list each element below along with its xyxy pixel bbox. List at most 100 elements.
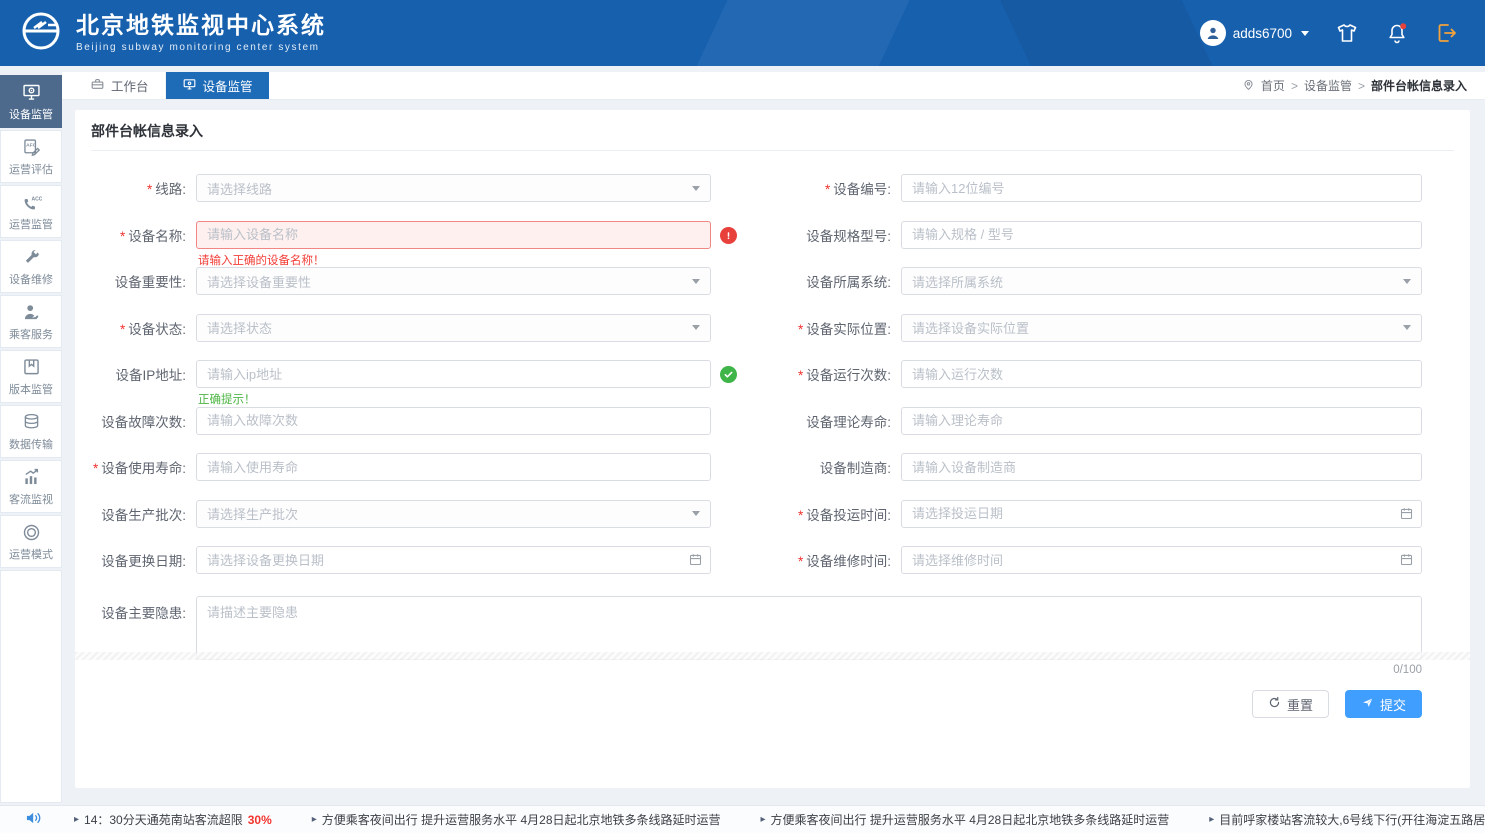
required-asterisk: * (120, 322, 125, 337)
sidebar-item-label: 设备监管 (9, 106, 53, 122)
field-label: 设备故障次数: (75, 411, 196, 431)
breadcrumb: 首页 > 设备监管 > 部件台帐信息录入 (1242, 72, 1485, 99)
device-maintenance-date-picker[interactable] (901, 546, 1422, 574)
sidebar-item-version-monitor[interactable]: 版本监管 (0, 350, 62, 403)
tab-device-monitor[interactable]: 设备监管 (166, 72, 269, 99)
sidebar-item-label: 设备维修 (9, 271, 53, 287)
sidebar-item-operation-mode[interactable]: 运营模式 (0, 515, 62, 568)
device-status-select[interactable]: 请选择状态 (196, 314, 711, 342)
field-device-maintenance-date: *设备维修时间: (770, 537, 1422, 584)
device-commission-date-picker[interactable] (901, 500, 1422, 528)
chevron-down-icon (1301, 31, 1309, 36)
chevron-down-icon (1403, 325, 1411, 330)
monitor-icon (182, 77, 197, 95)
avatar (1200, 20, 1226, 46)
required-asterisk: * (798, 322, 803, 337)
sidebar: 设备监管 AFC 运营评估 ACC 运营监管 (0, 66, 62, 805)
sidebar-filler (0, 570, 62, 803)
sidebar-item-device-repair[interactable]: 设备维修 (0, 240, 62, 293)
required-asterisk: * (798, 508, 803, 523)
field-label: *设备使用寿命: (75, 457, 196, 477)
field-label: *设备状态: (75, 318, 196, 338)
field-label: *线路: (75, 178, 196, 198)
chevron-down-icon (1403, 279, 1411, 284)
field-label: 设备所属系统: (770, 271, 901, 291)
ticker-highlight: 30% (248, 813, 272, 827)
sidebar-item-label: 乘客服务 (9, 326, 53, 342)
svg-text:AFC: AFC (26, 142, 37, 148)
tab-label: 设备监管 (203, 76, 253, 95)
sidebar-item-label: 数据传输 (9, 436, 53, 452)
bookmark-icon (21, 357, 42, 378)
error-message: 请输入正确的设备名称！ (198, 252, 325, 268)
field-label: *设备维修时间: (770, 550, 901, 570)
breadcrumb-current: 部件台帐信息录入 (1371, 77, 1467, 94)
sidebar-item-operation-monitor[interactable]: ACC 运营监管 (0, 185, 62, 238)
speaker-icon (24, 808, 44, 831)
device-ip-input[interactable] (196, 360, 711, 388)
device-system-select[interactable]: 请选择所属系统 (901, 267, 1422, 295)
line-select[interactable]: 请选择线路 (196, 174, 711, 202)
field-device-location: *设备实际位置: 请选择设备实际位置 (770, 305, 1422, 352)
sidebar-item-passenger-flow[interactable]: 客流监视 (0, 460, 62, 513)
device-manufacturer-input[interactable] (901, 453, 1422, 481)
device-hazard-textarea[interactable] (196, 596, 1422, 660)
chevron-down-icon (692, 279, 700, 284)
logout-icon[interactable] (1435, 21, 1459, 45)
form-card: 部件台帐信息录入 *线路: 请选择线路 *设备编号: *设备名称: (75, 110, 1470, 788)
sidebar-item-label: 运营模式 (9, 546, 53, 562)
breadcrumb-separator: > (1358, 79, 1365, 93)
device-spec-input[interactable] (901, 221, 1422, 249)
breadcrumb-separator: > (1291, 79, 1298, 93)
device-production-batch-select[interactable]: 请选择生产批次 (196, 500, 711, 528)
chevron-down-icon (692, 186, 700, 191)
sidebar-item-device-monitor[interactable]: 设备监管 (0, 75, 62, 128)
field-device-service-life: *设备使用寿命: (75, 444, 711, 491)
field-device-replace-date: 设备更换日期: (75, 537, 711, 584)
app-title: 北京地铁监视中心系统 (76, 13, 326, 38)
sidebar-item-data-transfer[interactable]: 数据传输 (0, 405, 62, 458)
database-icon (21, 412, 42, 433)
ticker-item: ▸ 方便乘客夜间出行 提升运营服务水平 4月28日起北京地铁多条线路延时运营 (761, 811, 1170, 828)
device-importance-select[interactable]: 请选择设备重要性 (196, 267, 711, 295)
field-line: *线路: 请选择线路 (75, 165, 711, 212)
field-label: 设备生产批次: (75, 504, 196, 524)
location-pin-icon (1242, 78, 1255, 94)
submit-button[interactable]: 提交 (1345, 690, 1422, 718)
field-device-run-count: *设备运行次数: (770, 351, 1422, 398)
sidebar-item-label: 版本监管 (9, 381, 53, 397)
reset-button[interactable]: 重置 (1252, 690, 1329, 718)
briefcase-icon (90, 77, 105, 95)
chart-icon (21, 467, 42, 488)
required-asterisk: * (93, 461, 98, 476)
required-asterisk: * (120, 229, 125, 244)
user-menu[interactable]: adds6700 (1200, 20, 1309, 46)
bullet-arrow-icon: ▸ (74, 814, 79, 825)
device-replace-date-picker[interactable] (196, 546, 711, 574)
breadcrumb-device-monitor[interactable]: 设备监管 (1304, 77, 1352, 94)
notification-bell-icon[interactable] (1385, 21, 1409, 45)
success-message: 正确提示！ (198, 391, 256, 407)
sidebar-item-operation-evaluation[interactable]: AFC 运营评估 (0, 130, 62, 183)
ticker-item: ▸ 方便乘客夜间出行 提升运营服务水平 4月28日起北京地铁多条线路延时运营 (312, 811, 721, 828)
device-fault-count-input[interactable] (196, 407, 711, 435)
device-theoretical-life-input[interactable] (901, 407, 1422, 435)
required-asterisk: * (798, 554, 803, 569)
device-number-input[interactable] (901, 174, 1422, 202)
breadcrumb-home[interactable]: 首页 (1261, 77, 1285, 94)
sidebar-item-label: 运营监管 (9, 216, 53, 232)
theme-tshirt-icon[interactable] (1335, 21, 1359, 45)
required-asterisk: * (825, 182, 830, 197)
char-counter: 0/100 (196, 664, 1422, 676)
sidebar-item-passenger-service[interactable]: 乘客服务 (0, 295, 62, 348)
sidebar-item-label: 客流监视 (9, 491, 53, 507)
device-run-count-input[interactable] (901, 360, 1422, 388)
device-service-life-input[interactable] (196, 453, 711, 481)
field-device-production-batch: 设备生产批次: 请选择生产批次 (75, 491, 711, 538)
device-name-input[interactable] (196, 221, 711, 249)
target-icon (21, 522, 42, 543)
ticker-item: ▸ 14：30分天通苑南站客流超限30% (74, 811, 272, 828)
tab-workbench[interactable]: 工作台 (74, 72, 166, 99)
device-location-select[interactable]: 请选择设备实际位置 (901, 314, 1422, 342)
tab-bar: 工作台 设备监管 首页 > 设备监管 (62, 72, 1485, 100)
